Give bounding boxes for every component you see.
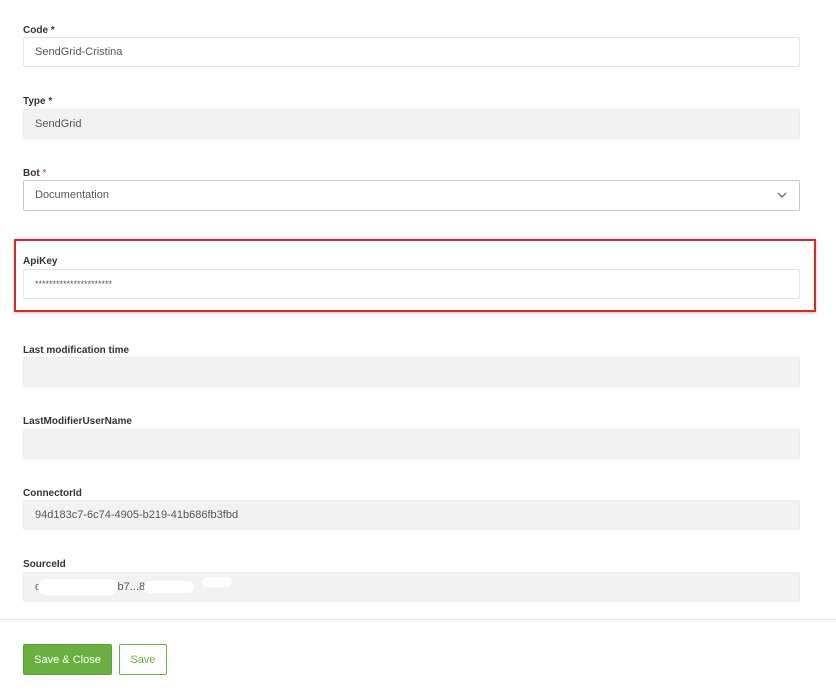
bot-select-value: Documentation xyxy=(35,189,109,201)
redaction-mark xyxy=(38,579,118,595)
type-input-value: SendGrid xyxy=(35,118,82,130)
required-mark: * xyxy=(50,25,55,36)
connector-id-input: 94d183c7-6c74-4905-b219-41b686fb3fbd xyxy=(23,500,800,530)
code-input[interactable]: SendGrid-Cristina xyxy=(23,37,800,67)
last-modifier-user-name-input xyxy=(23,429,800,459)
save-button[interactable]: Save xyxy=(119,644,167,675)
last-modifier-user-name-label-text: LastModifierUserName xyxy=(23,416,132,427)
redaction-mark xyxy=(144,581,194,593)
redaction-mark xyxy=(202,577,232,587)
source-id-input: c01...d9be-9ce5-b7...82 xyxy=(23,572,800,602)
type-input: SendGrid xyxy=(23,109,800,139)
code-label-text: Code xyxy=(23,25,48,36)
last-modification-time-input xyxy=(23,357,800,387)
apikey-input[interactable]: ********************** xyxy=(23,269,800,299)
apikey-label-text: ApiKey xyxy=(23,256,58,267)
bot-select[interactable]: Documentation xyxy=(23,180,800,211)
apikey-input-value: ********************** xyxy=(35,279,113,289)
bot-label: Bot * xyxy=(23,168,46,179)
required-mark: * xyxy=(42,168,47,179)
save-and-close-button[interactable]: Save & Close xyxy=(23,644,112,675)
last-modification-time-label: Last modification time xyxy=(23,345,129,356)
code-label: Code * xyxy=(23,25,55,36)
connector-id-label-text: ConnectorId xyxy=(23,488,82,499)
code-input-value: SendGrid-Cristina xyxy=(35,46,123,58)
chevron-down-icon xyxy=(777,192,787,198)
type-label: Type * xyxy=(23,96,52,107)
required-mark: * xyxy=(48,96,53,107)
source-id-label: SourceId xyxy=(23,559,66,570)
apikey-label: ApiKey xyxy=(23,256,57,267)
type-label-text: Type xyxy=(23,96,46,107)
bot-label-text: Bot xyxy=(23,168,40,179)
footer-divider xyxy=(0,619,836,620)
source-id-label-text: SourceId xyxy=(23,559,66,570)
last-modification-time-label-text: Last modification time xyxy=(23,345,130,356)
last-modifier-user-name-label: LastModifierUserName xyxy=(23,416,132,427)
connector-id-value: 94d183c7-6c74-4905-b219-41b686fb3fbd xyxy=(35,509,239,521)
connector-id-label: ConnectorId xyxy=(23,488,82,499)
